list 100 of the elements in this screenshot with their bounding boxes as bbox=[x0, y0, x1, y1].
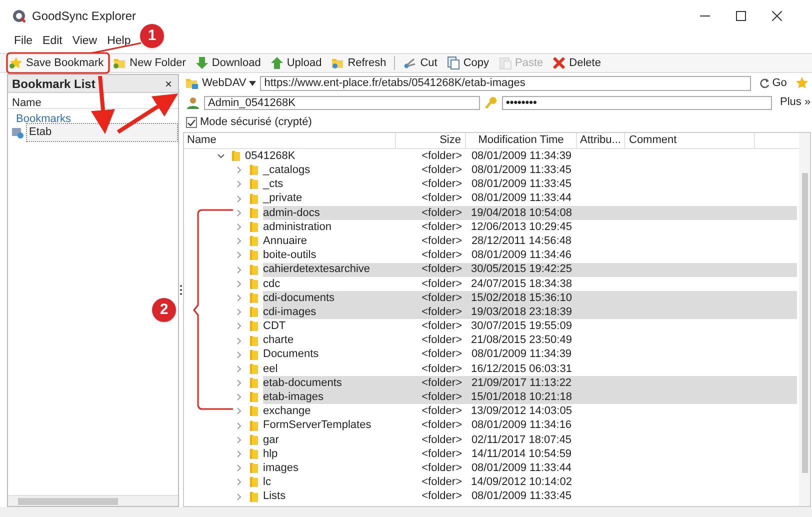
time-cell-text: 08/01/2009 11:34:39 bbox=[470, 347, 573, 362]
protocol-dropdown[interactable]: WebDAV bbox=[185, 74, 256, 92]
file-row[interactable]: administration bbox=[263, 220, 396, 234]
folder-name: boite-outils bbox=[263, 248, 318, 264]
horizontal-scrollbar[interactable] bbox=[8, 495, 178, 506]
file-row[interactable]: CDT bbox=[263, 319, 396, 334]
folder-name: Lists bbox=[263, 489, 287, 504]
file-row[interactable]: eel bbox=[263, 362, 396, 376]
folder-name: cahierdetextesarchive bbox=[263, 262, 372, 278]
column-header[interactable]: Attribu... bbox=[577, 133, 625, 148]
maximize-icon bbox=[736, 10, 746, 20]
star-icon bbox=[9, 56, 23, 70]
time-cell-text: 08/01/2009 11:33:45 bbox=[470, 163, 573, 178]
file-row[interactable]: FormServerTemplates bbox=[263, 418, 396, 433]
file-row[interactable]: Lists bbox=[263, 490, 396, 504]
size-cell-text: <folder> bbox=[420, 347, 463, 362]
folder-name: admin-docs bbox=[263, 206, 321, 221]
toolbar-button[interactable]: Refresh bbox=[330, 54, 388, 72]
toolbar-button[interactable]: Download bbox=[194, 54, 262, 72]
column-header[interactable]: Comment bbox=[625, 133, 755, 148]
go-button[interactable]: Go bbox=[759, 74, 787, 92]
file-row[interactable]: _cts bbox=[263, 177, 396, 192]
menu-item[interactable]: Edit bbox=[42, 33, 62, 51]
size-cell-text: <folder> bbox=[420, 206, 463, 221]
file-row[interactable]: 0541268K bbox=[245, 149, 396, 164]
file-row[interactable]: admin-docs bbox=[263, 206, 396, 220]
size-cell-text: <folder> bbox=[420, 418, 463, 434]
column-header[interactable]: Size bbox=[396, 133, 466, 148]
file-row[interactable]: _catalogs bbox=[263, 163, 396, 178]
size-cell-text: <folder> bbox=[420, 446, 463, 462]
time-cell-text: 16/12/2015 06:03:31 bbox=[470, 362, 573, 377]
menu-item[interactable]: File bbox=[14, 33, 33, 51]
folder-name: cdi-images bbox=[263, 304, 318, 320]
toolbar-button[interactable]: Copy bbox=[445, 54, 490, 72]
chevron-icon[interactable] bbox=[217, 152, 225, 160]
menu-item[interactable]: View bbox=[72, 33, 98, 51]
password-field[interactable]: •••••••• bbox=[502, 96, 772, 110]
toolbar-button[interactable]: Upload bbox=[268, 54, 323, 72]
file-row[interactable]: Annuaire bbox=[263, 234, 396, 248]
folder-name: Annuaire bbox=[263, 234, 308, 249]
panel-title: Bookmark List bbox=[12, 76, 96, 92]
toolbar-button[interactable]: New Folder bbox=[112, 54, 187, 72]
refresh-icon bbox=[759, 78, 770, 88]
size-cell-text: <folder> bbox=[420, 234, 463, 249]
column-header[interactable]: Modification Time bbox=[466, 133, 577, 148]
time-cell-text: 14/09/2012 10:14:02 bbox=[470, 475, 573, 490]
folder-icon bbox=[249, 420, 259, 432]
more-button[interactable]: Plus » bbox=[780, 94, 811, 111]
size-cell-text: <folder> bbox=[420, 191, 463, 206]
size-cell-text: <folder> bbox=[420, 163, 463, 178]
file-row[interactable]: gar bbox=[263, 432, 396, 447]
file-row[interactable]: etab-images bbox=[263, 390, 396, 404]
bookmark-item[interactable]: Etab bbox=[26, 123, 178, 142]
star-icon bbox=[794, 76, 809, 90]
check-icon bbox=[187, 118, 196, 126]
folder-name: gar bbox=[263, 432, 280, 448]
folder-icon bbox=[249, 434, 259, 446]
delete-icon bbox=[552, 56, 566, 70]
size-cell-text: <folder> bbox=[420, 376, 463, 391]
toolbar-button[interactable]: Cut bbox=[402, 54, 438, 72]
time-cell-text: 08/01/2009 11:33:44 bbox=[470, 191, 573, 206]
time-cell-text: 15/02/2018 15:36:10 bbox=[470, 290, 573, 306]
folder-name: CDT bbox=[263, 319, 287, 334]
file-row[interactable]: images bbox=[263, 461, 396, 476]
file-row[interactable]: cdi-images bbox=[263, 305, 396, 320]
file-row[interactable]: charte bbox=[263, 333, 396, 348]
toolbar-button[interactable]: Save Bookmark bbox=[8, 54, 105, 72]
time-cell-text: 08/01/2009 11:34:46 bbox=[470, 248, 573, 264]
file-row[interactable]: hlp bbox=[263, 446, 396, 462]
time-cell-text: 08/01/2009 11:34:39 bbox=[470, 149, 573, 164]
time-cell-text: 14/11/2014 10:54:59 bbox=[470, 446, 573, 462]
file-row[interactable]: _private bbox=[263, 192, 396, 206]
file-row[interactable]: lc bbox=[263, 475, 396, 490]
url-field[interactable]: https://www.ent-place.fr/etabs/0541268K/etab-images bbox=[260, 76, 752, 90]
size-cell-text: <folder> bbox=[420, 149, 463, 164]
folder-name: _private bbox=[263, 191, 304, 206]
size-cell-text: <folder> bbox=[420, 304, 463, 320]
file-row[interactable]: cahierdetextesarchive bbox=[263, 262, 396, 277]
file-row[interactable]: boite-outils bbox=[263, 248, 396, 262]
checkbox[interactable] bbox=[186, 116, 197, 128]
app-logo-icon bbox=[12, 8, 26, 22]
down-arrow-icon bbox=[194, 56, 209, 70]
file-row[interactable]: cdc bbox=[263, 276, 396, 291]
file-row[interactable]: cdi-documents bbox=[263, 290, 396, 306]
username-field[interactable]: Admin_0541268K bbox=[204, 96, 480, 110]
file-row[interactable]: etab-documents bbox=[263, 376, 396, 390]
close-button[interactable]: × bbox=[162, 78, 174, 90]
toolbar-button[interactable]: Delete bbox=[551, 54, 602, 72]
menu-item[interactable]: Help bbox=[107, 33, 131, 51]
file-row[interactable]: exchange bbox=[263, 404, 396, 419]
folder-name: _catalogs bbox=[263, 163, 312, 178]
file-row[interactable]: Documents bbox=[263, 348, 396, 362]
column-header[interactable]: Name bbox=[184, 133, 396, 148]
size-cell-text: <folder> bbox=[420, 319, 463, 334]
bookmark-group[interactable]: Bookmarks bbox=[8, 109, 178, 125]
size-cell-text: <folder> bbox=[420, 276, 463, 292]
vertical-scrollbar[interactable] bbox=[799, 133, 810, 506]
time-cell-text: 19/03/2018 23:18:39 bbox=[470, 304, 573, 320]
time-cell-text: 21/09/2017 11:13:22 bbox=[470, 376, 573, 391]
folder-name: lc bbox=[263, 475, 272, 490]
